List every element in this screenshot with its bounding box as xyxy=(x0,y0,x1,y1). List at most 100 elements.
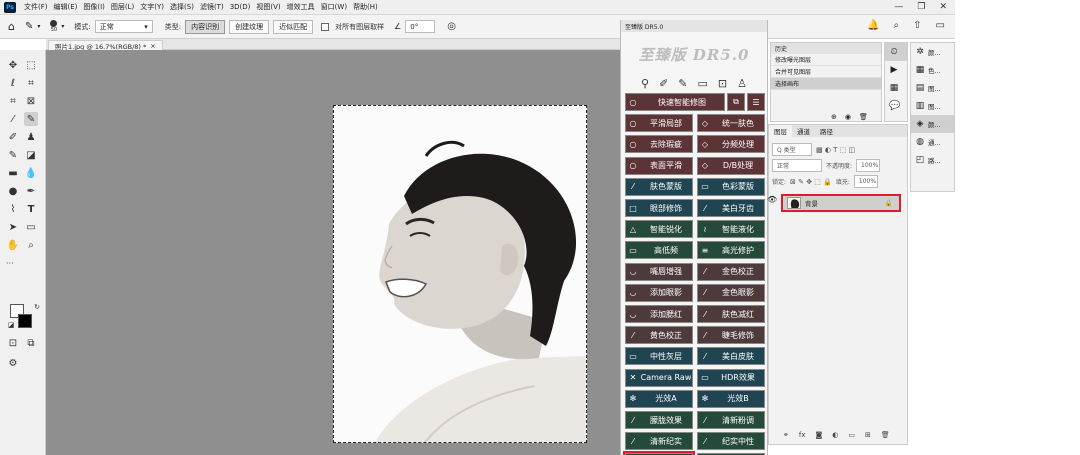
dock-layers[interactable]: ◈ 颜... xyxy=(911,115,954,133)
menu-select[interactable]: 选择(S) xyxy=(170,2,194,12)
eraser-tool-icon[interactable]: ◪ xyxy=(24,148,38,162)
plugin-button[interactable]: ▭ HDR效果 xyxy=(697,368,765,387)
plugin-button[interactable]: ◡ 嘴唇增强 xyxy=(625,262,693,281)
plugin-pen-icon[interactable]: ✎ xyxy=(678,77,687,90)
plugin-button[interactable]: ◇ D/B处理 xyxy=(697,156,765,175)
home-icon[interactable]: ⌂ xyxy=(8,20,15,33)
plugin-button[interactable]: ≡ 高光修护 xyxy=(697,241,765,260)
chevron-down-icon[interactable]: ▾ xyxy=(61,23,64,30)
plugin-button[interactable]: ⁄ 美白牙齿 xyxy=(697,199,765,217)
plugin-user-icon[interactable]: ♙ xyxy=(737,77,747,90)
plugin-button[interactable]: ⁄ 金色眼影 xyxy=(697,283,765,302)
plugin-button[interactable]: ◇ 统一肤色 xyxy=(697,114,765,133)
lasso-tool-icon[interactable]: ℓ xyxy=(6,76,20,90)
plugin-button[interactable]: ⁄ 肤色蒙版 xyxy=(625,177,693,196)
menu-view[interactable]: 视图(V) xyxy=(256,2,280,12)
quick-mask-icon[interactable]: ⊡ xyxy=(6,336,20,350)
plugin-button[interactable]: □ 眼部修饰 xyxy=(625,199,693,217)
plugin-button[interactable]: ⁄ 美白皮肤 xyxy=(697,347,765,366)
plugin-button[interactable]: ≀ 智能液化 xyxy=(697,220,765,239)
trash-icon[interactable]: 🗑 xyxy=(859,113,868,121)
plugin-button[interactable]: ⁄ 清新纪实 xyxy=(625,432,693,451)
plugin-stamp-icon[interactable]: ⊡ xyxy=(718,77,727,90)
history-item-selected[interactable]: 选择画布 xyxy=(771,78,881,90)
dock-color[interactable]: ✲ 颜... xyxy=(911,43,954,61)
opacity-input[interactable]: 100% xyxy=(856,159,881,172)
plugin-screen-icon[interactable]: ▭ xyxy=(698,77,708,90)
plugin-button[interactable]: ▭ 色彩蒙版 xyxy=(697,177,765,196)
new-layer-icon[interactable]: ⊞ xyxy=(865,431,871,439)
crop-tool-icon[interactable]: ⌗ xyxy=(6,94,20,108)
fill-input[interactable]: 100% xyxy=(853,175,878,188)
history-item[interactable]: 合并可见图层 xyxy=(771,66,881,78)
tab-paths[interactable]: 路径 xyxy=(815,125,838,137)
dock-gradients[interactable]: ▤ 图... xyxy=(911,79,954,97)
trash-icon[interactable]: 🗑 xyxy=(881,431,890,439)
plugin-button[interactable]: ○ 去除瑕疵 xyxy=(625,135,693,154)
swatches-dock-item[interactable]: ▦ xyxy=(885,79,907,97)
pen-tool-icon[interactable]: ✒ xyxy=(24,184,38,198)
plugin-button[interactable]: ⁄ 睫毛修饰 xyxy=(697,326,765,345)
menu-edit[interactable]: 编辑(E) xyxy=(54,2,78,12)
actions-dock-item[interactable]: ▶ xyxy=(885,61,907,79)
plugin-button[interactable]: ◡ 添加腮红 xyxy=(625,305,693,323)
proximity-match-button[interactable]: 近似匹配 xyxy=(273,19,314,34)
eye-icon[interactable]: 👁 xyxy=(767,195,777,204)
filter-icons[interactable]: ▩ ◐ T ⬚ ◫ xyxy=(816,146,855,154)
plugin-button[interactable]: ⁄ 肤色减红 xyxy=(697,305,765,323)
menu-file[interactable]: 文件(F) xyxy=(24,2,48,12)
more-tools-icon[interactable]: ··· xyxy=(6,256,14,270)
eyedropper-tool-icon[interactable]: ⁄ xyxy=(6,112,20,126)
snapshot-icon[interactable]: ◉ xyxy=(845,113,851,121)
path-select-tool-icon[interactable]: ➤ xyxy=(6,220,20,234)
close-icon[interactable]: ✕ xyxy=(939,2,947,12)
search-icon[interactable]: ⌕ xyxy=(894,20,900,31)
menu-type[interactable]: 文字(Y) xyxy=(140,2,164,12)
clone-stamp-tool-icon[interactable]: ♟ xyxy=(24,130,38,144)
menu-window[interactable]: 窗口(W) xyxy=(321,2,347,12)
type-tool-icon[interactable]: T xyxy=(24,202,38,216)
layer-filter-select[interactable]: Q 类型 xyxy=(772,143,812,156)
texture-button[interactable]: 创建纹理 xyxy=(229,19,270,34)
maximize-icon[interactable]: ❐ xyxy=(917,2,925,12)
tab-channels[interactable]: 通道 xyxy=(792,125,815,137)
comments-dock-item[interactable]: 💬 xyxy=(885,97,907,115)
document-tab[interactable]: 照片1.jpg @ 16.7%(RGB/8) * × xyxy=(48,40,163,51)
minimize-icon[interactable]: — xyxy=(894,2,903,12)
frame-tool-icon[interactable]: ⊠ xyxy=(24,94,38,108)
history-tab[interactable]: 历史 xyxy=(771,43,881,54)
lock-icons[interactable]: ⊠ ✎ ✥ ⬚ 🔒 xyxy=(790,178,832,186)
menu-help[interactable]: 帮助(H) xyxy=(353,2,378,12)
notification-bell-icon[interactable]: 🔔 xyxy=(867,20,879,31)
plugin-button[interactable]: ⁄ 黄色校正 xyxy=(625,326,693,345)
mask-icon[interactable]: ◙ xyxy=(815,431,822,439)
plugin-button[interactable]: ✕ Camera Raw xyxy=(625,368,693,387)
plugin-button[interactable]: △ 智能锐化 xyxy=(625,220,693,239)
menu-filter[interactable]: 滤镜(T) xyxy=(200,2,224,12)
sample-all-checkbox[interactable] xyxy=(321,22,330,31)
menu-layer[interactable]: 图层(L) xyxy=(111,2,134,12)
plugin-button[interactable]: ▭ 高低频 xyxy=(625,241,693,260)
share-icon[interactable]: ⇧ xyxy=(913,20,921,31)
swap-colors-icon[interactable]: ↻ xyxy=(30,300,44,314)
history-item[interactable]: 修改曝光图层 xyxy=(771,54,881,66)
tab-layers[interactable]: 图层 xyxy=(769,125,792,137)
quick-select-tool-icon[interactable]: ⌗ xyxy=(24,76,38,90)
dock-paths[interactable]: ◰ 路... xyxy=(911,151,954,169)
content-aware-button[interactable]: 内容识别 xyxy=(185,19,226,34)
dock-patterns[interactable]: ▥ 图... xyxy=(911,97,954,115)
plugin-button[interactable]: ○ 平滑局部 xyxy=(625,114,693,133)
menu-3d[interactable]: 3D(D) xyxy=(230,3,251,11)
history-dock-item[interactable]: ⏲ xyxy=(885,43,907,61)
link-icon[interactable]: ⚭ xyxy=(783,431,789,439)
blend-mode-select[interactable]: 正常 xyxy=(772,159,822,172)
plugin-brush-icon[interactable]: ✐ xyxy=(659,77,668,90)
gradient-tool-icon[interactable]: ▬ xyxy=(6,166,20,180)
adjustment-icon[interactable]: ◐ xyxy=(832,431,838,439)
screen-mode-icon[interactable]: ⧉ xyxy=(24,336,38,350)
move-tool-icon[interactable]: ✥ xyxy=(6,58,20,72)
plugin-settings-button[interactable]: ☰ xyxy=(747,93,765,111)
new-document-icon[interactable]: ⊕ xyxy=(831,113,837,121)
extra-tool-icon[interactable]: ⚙ xyxy=(6,356,20,370)
pressure-icon[interactable]: ◎ xyxy=(447,21,456,32)
